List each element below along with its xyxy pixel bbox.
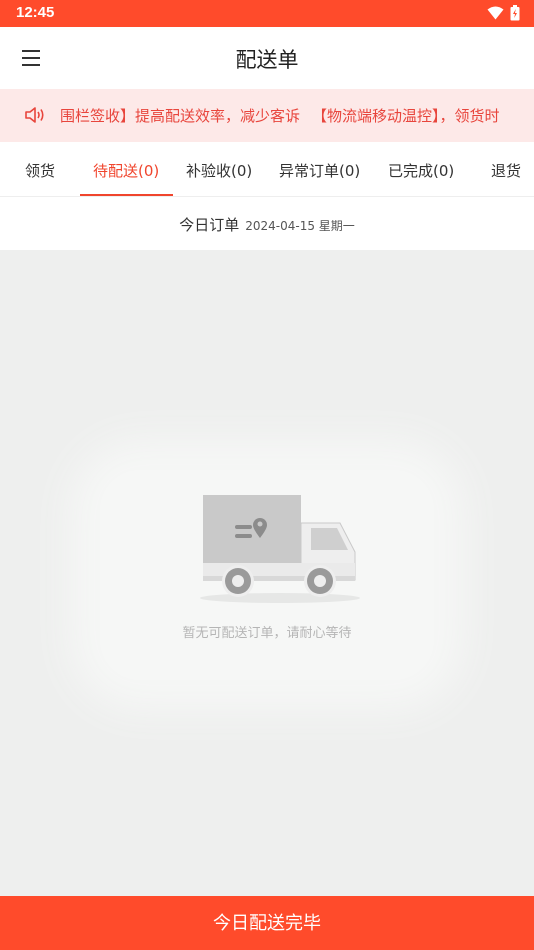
status-time: 12:45 bbox=[16, 4, 55, 21]
wifi-icon bbox=[487, 6, 504, 20]
tab-supplementary-check[interactable]: 补验收(0) bbox=[186, 160, 252, 181]
status-bar: 12:45 bbox=[0, 0, 534, 27]
finish-today-delivery-button[interactable]: 今日配送完毕 bbox=[0, 896, 534, 950]
date-value: 2024-04-15 星期一 bbox=[245, 219, 355, 233]
empty-state-message: 暂无可配送订单，请耐心等待 bbox=[182, 626, 352, 641]
tab-to-deliver[interactable]: 待配送(0) bbox=[93, 160, 159, 181]
tab-active-indicator bbox=[80, 194, 173, 196]
status-icons bbox=[487, 5, 520, 21]
tab-pickup[interactable]: 领货 bbox=[25, 160, 55, 181]
battery-icon bbox=[510, 5, 520, 21]
app-bar: 配送单 bbox=[0, 27, 534, 89]
tab-bar: 领货 待配送(0) 补验收(0) 异常订单(0) 已完成(0) 退货 bbox=[0, 142, 534, 197]
tab-returns[interactable]: 退货 bbox=[491, 160, 521, 181]
speaker-icon bbox=[25, 107, 44, 123]
notice-marquee: 围栏签收】提高配送效率，减少客诉 【物流端移动温控】，领货时 bbox=[60, 105, 522, 126]
notice-bar[interactable]: 围栏签收】提高配送效率，减少客诉 【物流端移动温控】，领货时 bbox=[0, 89, 534, 142]
delivery-truck-icon bbox=[200, 495, 360, 603]
date-title: 今日订单 bbox=[179, 216, 240, 234]
notice-item: 围栏签收】提高配送效率，减少客诉 bbox=[60, 107, 301, 125]
tab-abnormal-orders[interactable]: 异常订单(0) bbox=[279, 160, 360, 181]
notice-item: 【物流端移动温控】，领货时 bbox=[312, 107, 500, 125]
date-row: 今日订单 2024-04-15 星期一 bbox=[0, 197, 534, 250]
tab-completed[interactable]: 已完成(0) bbox=[388, 160, 454, 181]
page-title: 配送单 bbox=[235, 48, 299, 72]
